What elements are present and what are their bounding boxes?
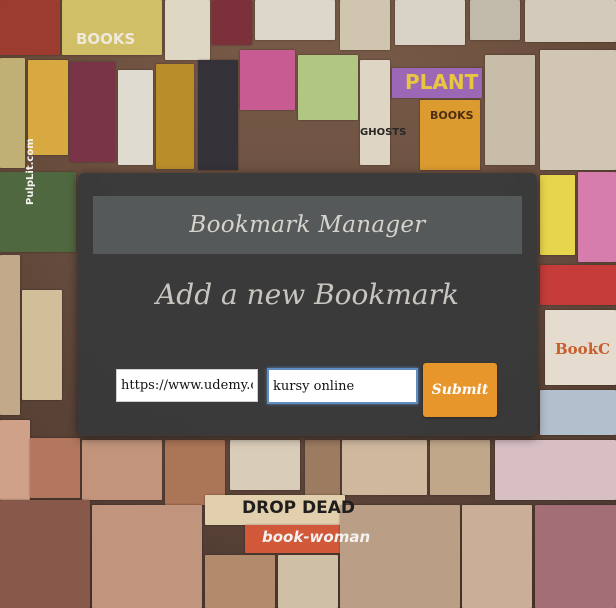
form-heading: Add a new Bookmark [156,278,459,311]
app-title: Bookmark Manager [189,212,426,238]
bookmark-name-input[interactable] [267,368,418,404]
app-header: Bookmark Manager [93,196,522,254]
submit-button[interactable]: Submit [423,363,497,417]
bookmark-url-input[interactable] [116,369,258,402]
add-bookmark-panel: Bookmark Manager Add a new Bookmark Subm… [78,173,537,436]
